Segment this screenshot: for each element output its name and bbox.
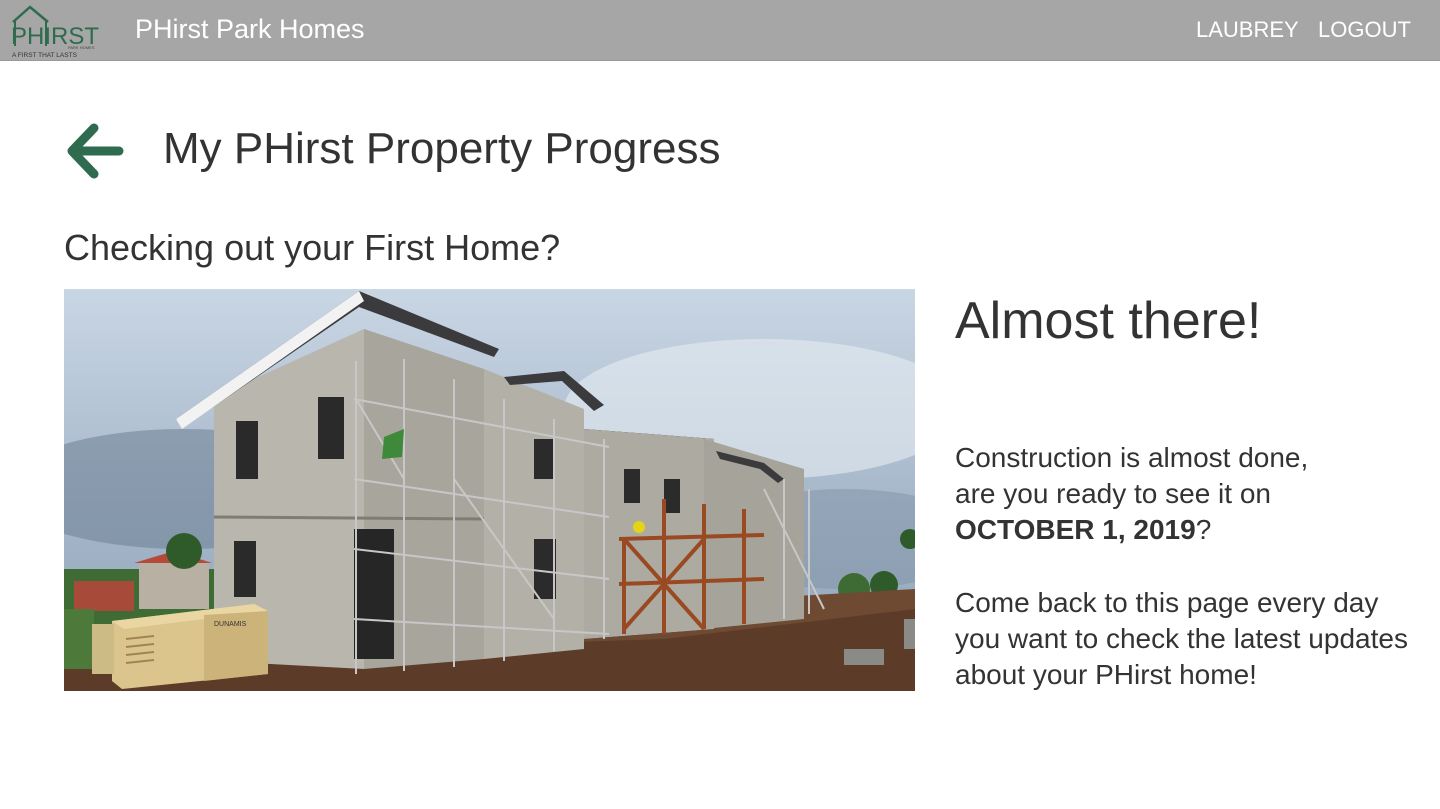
logo-graphic: PHIRST PARK HOMES A FIRST THAT LASTS	[11, 5, 99, 59]
user-menu-link[interactable]: LAUBREY	[1196, 17, 1299, 43]
top-navbar: PHIRST PARK HOMES A FIRST THAT LASTS PHi…	[0, 0, 1440, 61]
page-title: My PHirst Property Progress	[163, 124, 721, 173]
page-subtitle: Checking out your First Home?	[64, 227, 561, 268]
logout-link[interactable]: LOGOUT	[1318, 17, 1411, 43]
construction-illustration: DUNAMIS	[64, 289, 915, 691]
logo-small-text: PARK HOMES	[68, 45, 95, 50]
status-message: Construction is almost done, are you read…	[955, 440, 1425, 548]
generator-brand: DUNAMIS	[214, 621, 247, 628]
completion-date: OCTOBER 1, 2019	[955, 514, 1196, 545]
property-photo: DUNAMIS	[64, 289, 915, 691]
status-line-1: Construction is almost done,	[955, 442, 1309, 473]
date-suffix: ?	[1195, 514, 1212, 545]
phirst-logo[interactable]: PHIRST PARK HOMES A FIRST THAT LASTS	[10, 2, 118, 60]
back-button[interactable]	[64, 122, 126, 180]
revisit-message: Come back to this page every day you wan…	[955, 587, 1408, 690]
app-title[interactable]: PHirst Park Homes	[135, 14, 365, 45]
status-heading: Almost there!	[955, 292, 1262, 350]
arrow-left-icon	[67, 123, 124, 179]
status-line-2: are you ready to see it on	[955, 478, 1271, 509]
logo-tagline: A FIRST THAT LASTS	[12, 52, 78, 59]
